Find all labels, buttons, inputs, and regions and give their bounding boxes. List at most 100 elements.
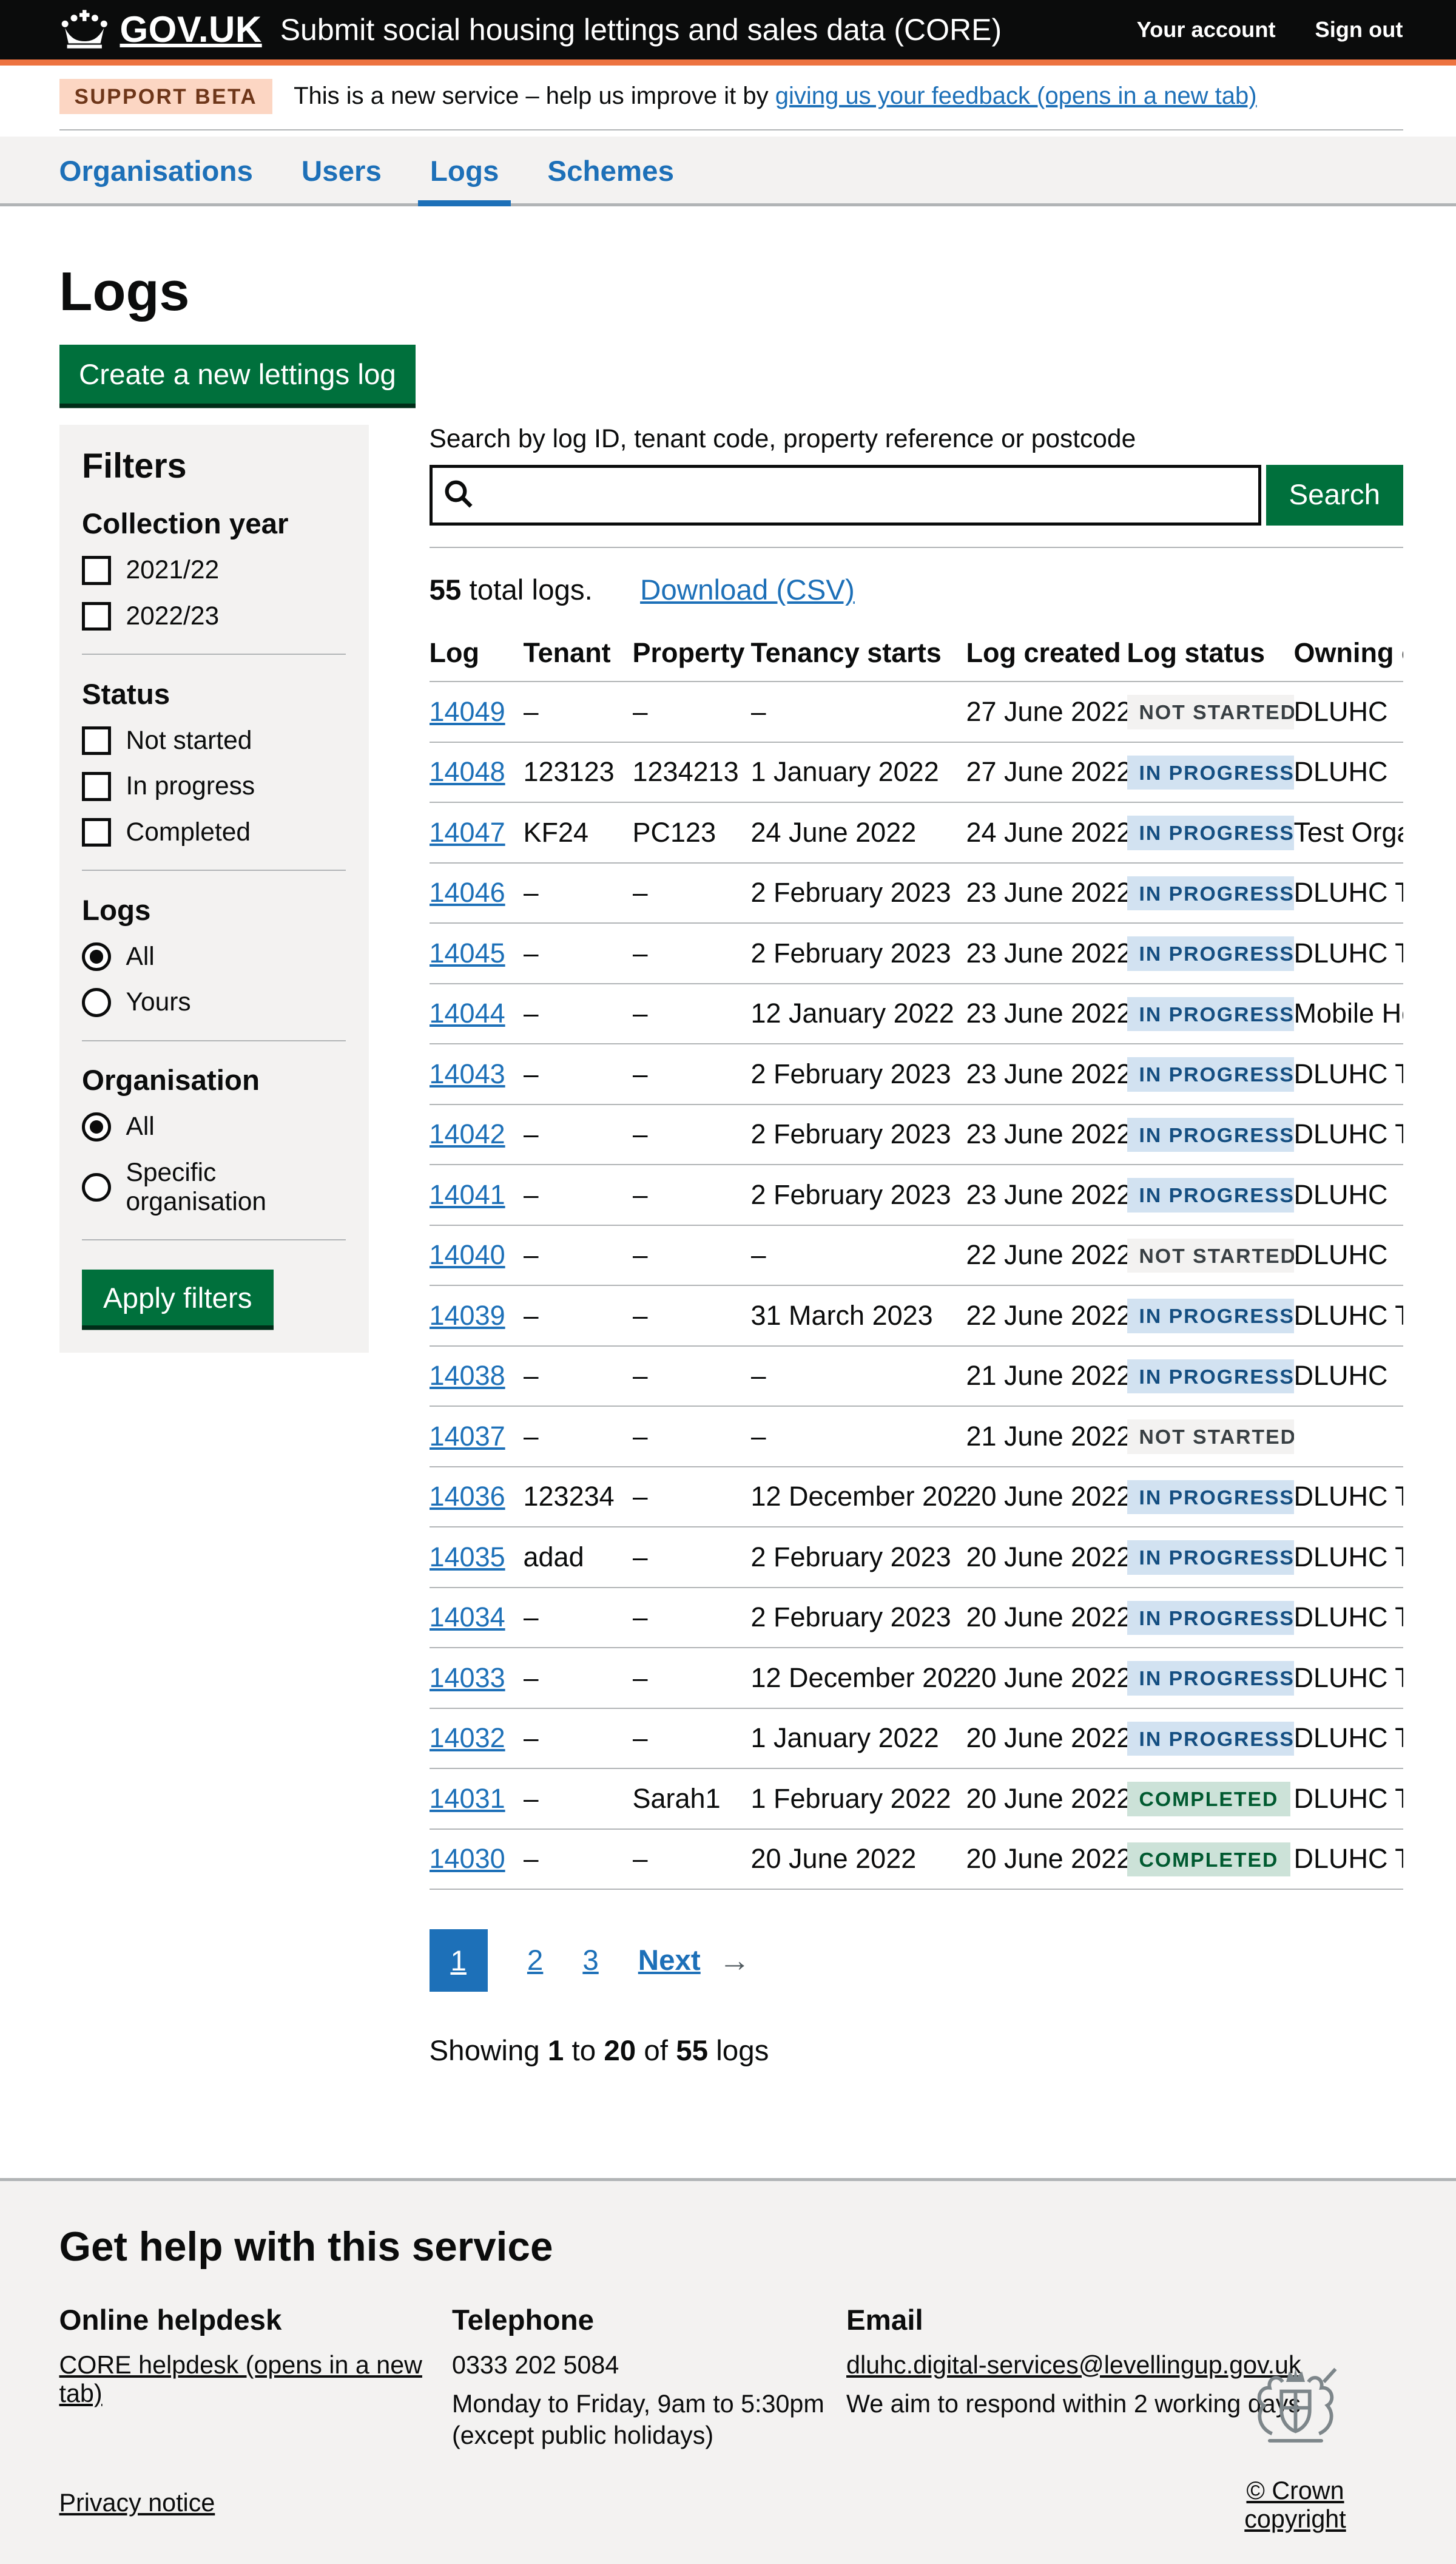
filters-panel: Filters Collection year 2021/22 2022/23 … (59, 425, 369, 1353)
log-id-link[interactable]: 14044 (430, 998, 505, 1029)
page-title: Logs (59, 261, 1403, 323)
log-id-link[interactable]: 14035 (430, 1541, 505, 1572)
search-button[interactable]: Search (1266, 465, 1403, 526)
core-helpdesk-link[interactable]: CORE helpdesk (opens in a new tab) (59, 2351, 422, 2407)
status-badge: IN PROGRESS (1127, 1480, 1294, 1515)
apply-filters-button[interactable]: Apply filters (82, 1270, 274, 1326)
crown-icon (59, 10, 110, 49)
log-id-link[interactable]: 14030 (430, 1843, 505, 1874)
service-name-link[interactable]: Submit social housing lettings and sales… (280, 12, 1002, 47)
govuk-header: GOV.UK Submit social housing lettings an… (0, 0, 1456, 66)
nav-item-users[interactable]: Users (302, 137, 382, 203)
filter-group-organisation: Organisation (82, 1064, 346, 1097)
log-id-link[interactable]: 14046 (430, 877, 505, 908)
checkbox-icon[interactable] (82, 602, 111, 631)
table-row: 14047 KF24 PC123 24 June 2022 24 June 20… (430, 802, 1403, 863)
crown-copyright-link[interactable]: © Crown copyright (1197, 2477, 1394, 2534)
filters-title: Filters (82, 446, 346, 486)
checkbox-in-progress[interactable]: In progress (82, 772, 346, 801)
log-id-link[interactable]: 14039 (430, 1300, 505, 1331)
status-badge: IN PROGRESS (1127, 1359, 1294, 1394)
log-id-link[interactable]: 14038 (430, 1360, 505, 1391)
radio-icon[interactable] (82, 988, 111, 1017)
radio-icon[interactable] (82, 1173, 111, 1202)
header-account-nav: Your account Sign out (1137, 17, 1403, 42)
log-id-link[interactable]: 14036 (430, 1481, 505, 1512)
radio-icon[interactable] (82, 942, 111, 972)
phase-banner: SUPPORT BETA This is a new service – hel… (59, 66, 1403, 130)
pagination-page-2[interactable]: 2 (527, 1944, 543, 1977)
pagination-next[interactable]: Next (638, 1944, 701, 1977)
col-header-tenant: Tenant (524, 625, 633, 682)
divider (82, 1040, 346, 1041)
log-id-link[interactable]: 14033 (430, 1662, 505, 1693)
logs-table-container: Log Tenant Property Tenancy starts Log c… (430, 625, 1403, 1890)
status-badge: IN PROGRESS (1127, 816, 1294, 850)
govuk-logotype[interactable]: GOV.UK (120, 8, 262, 50)
arrow-right-icon: → (719, 1942, 751, 1979)
status-badge: IN PROGRESS (1127, 1661, 1294, 1696)
nav-item-logs[interactable]: Logs (430, 137, 499, 203)
col-header-property: Property (633, 625, 751, 682)
table-row: 14043 – – 2 February 2023 23 June 2022 I… (430, 1044, 1403, 1104)
search-input[interactable] (430, 465, 1262, 526)
feedback-link[interactable]: giving us your feedback (opens in a new … (775, 83, 1257, 109)
status-badge: COMPLETED (1127, 1782, 1291, 1816)
checkbox-icon[interactable] (82, 818, 111, 847)
checkbox-not-started[interactable]: Not started (82, 726, 346, 756)
table-row: 14041 – – 2 February 2023 23 June 2022 I… (430, 1165, 1403, 1225)
divider (82, 654, 346, 655)
checkbox-2022-23[interactable]: 2022/23 (82, 602, 346, 631)
privacy-notice-link[interactable]: Privacy notice (59, 2489, 215, 2517)
table-row: 14032 – – 1 January 2022 20 June 2022 IN… (430, 1708, 1403, 1769)
col-header-owning-org: Owning or (1294, 625, 1403, 682)
table-row: 14039 – – 31 March 2023 22 June 2022 IN … (430, 1285, 1403, 1346)
nav-item-schemes[interactable]: Schemes (547, 137, 674, 203)
log-id-link[interactable]: 14042 (430, 1118, 505, 1149)
filter-group-logs: Logs (82, 894, 346, 927)
status-badge: IN PROGRESS (1127, 936, 1294, 971)
status-badge: IN PROGRESS (1127, 1057, 1294, 1092)
table-row: 14049 – – – 27 June 2022 NOT STARTED DLU… (430, 682, 1403, 742)
status-badge: IN PROGRESS (1127, 1601, 1294, 1635)
col-header-tenancy-starts: Tenancy starts (751, 625, 966, 682)
sign-out-link[interactable]: Sign out (1315, 17, 1403, 42)
pagination-page-1-current[interactable]: 1 (430, 1929, 488, 1992)
log-id-link[interactable]: 14047 (430, 817, 505, 848)
nav-item-organisations[interactable]: Organisations (59, 137, 253, 203)
log-id-link[interactable]: 14040 (430, 1239, 505, 1270)
radio-organisation-specific[interactable]: Specific organisation (82, 1159, 346, 1217)
log-id-link[interactable]: 14041 (430, 1179, 505, 1210)
checkbox-icon[interactable] (82, 726, 111, 756)
col-header-log-created: Log created (966, 625, 1127, 682)
checkbox-icon[interactable] (82, 772, 111, 801)
create-lettings-log-button[interactable]: Create a new lettings log (59, 345, 416, 404)
log-id-link[interactable]: 14034 (430, 1602, 505, 1632)
your-account-link[interactable]: Your account (1137, 17, 1276, 42)
radio-logs-yours[interactable]: Yours (82, 988, 346, 1017)
status-badge: IN PROGRESS (1127, 756, 1294, 790)
log-id-link[interactable]: 14032 (430, 1722, 505, 1753)
download-csv-link[interactable]: Download (CSV) (640, 574, 855, 606)
pagination-page-3[interactable]: 3 (582, 1944, 598, 1977)
log-id-link[interactable]: 14049 (430, 696, 505, 727)
table-row: 14042 – – 2 February 2023 23 June 2022 I… (430, 1104, 1403, 1165)
log-id-link[interactable]: 14045 (430, 938, 505, 969)
table-row: 14037 – – – 21 June 2022 NOT STARTED (430, 1406, 1403, 1467)
table-header-row: Log Tenant Property Tenancy starts Log c… (430, 625, 1403, 682)
footer-title: Get help with this service (59, 2224, 1403, 2270)
log-id-link[interactable]: 14037 (430, 1421, 505, 1452)
email-heading: Email (846, 2304, 1403, 2337)
table-row: 14036 123234 – 12 December 2021 20 June … (430, 1467, 1403, 1527)
checkbox-completed[interactable]: Completed (82, 818, 346, 847)
checkbox-icon[interactable] (82, 556, 111, 585)
radio-logs-all[interactable]: All (82, 942, 346, 972)
helpdesk-heading: Online helpdesk (59, 2304, 453, 2337)
log-id-link[interactable]: 14048 (430, 756, 505, 787)
radio-icon[interactable] (82, 1112, 111, 1142)
log-id-link[interactable]: 14031 (430, 1783, 505, 1814)
status-badge: IN PROGRESS (1127, 876, 1294, 911)
checkbox-2021-22[interactable]: 2021/22 (82, 556, 346, 585)
radio-organisation-all[interactable]: All (82, 1112, 346, 1142)
log-id-link[interactable]: 14043 (430, 1058, 505, 1089)
